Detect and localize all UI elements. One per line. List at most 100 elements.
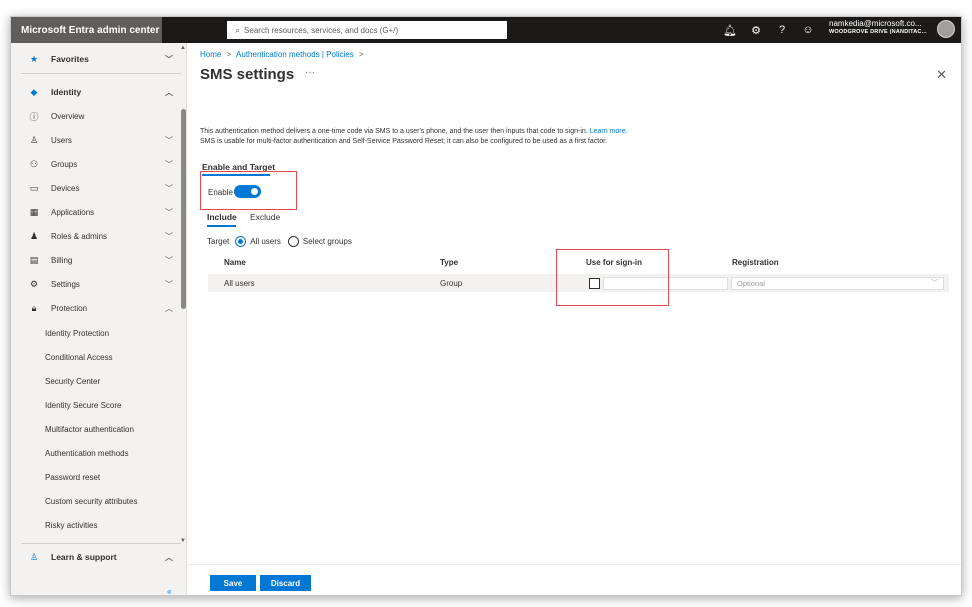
- sidebar-item-protection[interactable]: 🔒︎ Protection ︿: [11, 297, 179, 319]
- global-search-box[interactable]: ⌕ Search resources, services, and docs (…: [227, 21, 507, 39]
- target-label: Target: [207, 237, 230, 246]
- feedback-icon[interactable]: ☺: [801, 24, 815, 36]
- sidebar-item-label: Users: [51, 135, 72, 145]
- learn-icon: ♙: [29, 551, 39, 562]
- sidebar-item-roles-admins[interactable]: ♟ Roles & admins ﹀: [11, 225, 179, 247]
- sidebar-item-settings[interactable]: ⚙ Settings ﹀: [11, 273, 179, 295]
- sidebar-item-devices[interactable]: ▭ Devices ﹀: [11, 177, 179, 199]
- breadcrumb-authentication-methods[interactable]: Authentication methods | Policies: [236, 50, 354, 59]
- more-options-icon[interactable]: ···: [305, 67, 315, 78]
- sidebar-item-label: Security Center: [45, 376, 101, 386]
- chevron-down-icon: ﹀: [165, 279, 173, 289]
- close-icon[interactable]: ✕: [936, 67, 947, 83]
- chevron-up-icon: ︿: [165, 552, 173, 562]
- sidebar-item-billing[interactable]: ▤ Billing ﹀: [11, 249, 179, 271]
- registration-value: Optional: [737, 279, 765, 288]
- sidebar-divider: [21, 73, 181, 74]
- sidebar-item-label: Settings: [51, 279, 80, 289]
- gear-icon[interactable]: ⚙: [749, 24, 763, 37]
- breadcrumb-separator: >: [226, 50, 232, 59]
- search-icon: ⌕: [235, 24, 241, 35]
- main-content: Home > Authentication methods | Policies…: [187, 43, 961, 595]
- groups-icon: ⚇: [29, 158, 39, 169]
- sidebar-scrollbar[interactable]: [181, 109, 186, 309]
- tab-exclude[interactable]: Exclude: [250, 212, 280, 222]
- sidebar-item-label: Protection: [51, 303, 88, 313]
- user-icon: ♙: [29, 134, 39, 145]
- target-selector: Target All users Select groups: [207, 236, 352, 247]
- sidebar-item-security-center[interactable]: Security Center: [11, 370, 179, 392]
- info-icon: ⓘ: [29, 111, 39, 122]
- learn-more-link[interactable]: Learn more.: [590, 128, 628, 135]
- chevron-down-icon: ﹀: [165, 54, 173, 64]
- sidebar-item-overview[interactable]: ⓘ Overview: [11, 105, 179, 127]
- billing-icon: ▤: [29, 254, 39, 265]
- radio-all-users-label: All users: [250, 237, 281, 246]
- lock-icon: 🔒︎: [31, 302, 37, 313]
- chevron-down-icon: ﹀: [165, 135, 173, 145]
- description-line-1: This authentication method delivers a on…: [200, 128, 588, 135]
- top-bar: Microsoft Entra admin center ⌕ Search re…: [11, 17, 961, 43]
- include-tab-underline: [207, 225, 236, 227]
- sidebar-item-learn-support[interactable]: ♙ Learn & support ︿: [11, 546, 179, 568]
- sidebar-item-authentication-methods[interactable]: Authentication methods: [11, 442, 179, 464]
- sidebar-item-label: Groups: [51, 159, 78, 169]
- roles-icon: ♟: [29, 230, 39, 241]
- sidebar-item-label: Billing: [51, 255, 73, 265]
- page-description: This authentication method delivers a on…: [200, 127, 800, 147]
- breadcrumb: Home > Authentication methods | Policies…: [200, 50, 367, 59]
- app-title[interactable]: Microsoft Entra admin center: [11, 17, 162, 43]
- sidebar-item-multifactor-authentication[interactable]: Multifactor authentication: [11, 418, 179, 440]
- settings-icon: ⚙: [29, 278, 39, 289]
- identity-icon: ◆: [30, 86, 38, 97]
- sidebar-item-users[interactable]: ♙ Users ﹀: [11, 129, 179, 151]
- sidebar-item-label: Devices: [51, 183, 80, 193]
- tab-include[interactable]: Include: [207, 212, 237, 222]
- sidebar-item-label: Password reset: [45, 472, 101, 482]
- sidebar-item-identity[interactable]: ◆ Identity ︿: [11, 81, 179, 103]
- sidebar-item-password-reset[interactable]: Password reset: [11, 466, 179, 488]
- sidebar-item-groups[interactable]: ⚇ Groups ﹀: [11, 153, 179, 175]
- sidebar-item-applications[interactable]: ▦ Applications ﹀: [11, 201, 179, 223]
- breadcrumb-home[interactable]: Home: [200, 50, 221, 59]
- collapse-sidebar-button[interactable]: «: [167, 587, 171, 595]
- sidebar-item-conditional-access[interactable]: Conditional Access: [11, 346, 179, 368]
- sidebar-item-custom-security-attributes[interactable]: Custom security attributes: [11, 490, 179, 512]
- chevron-down-icon: ﹀: [165, 159, 173, 169]
- sidebar-item-label: Learn & support: [51, 552, 117, 562]
- chevron-down-icon: ﹀: [165, 183, 173, 193]
- sidebar-item-label: Identity Secure Score: [45, 400, 122, 410]
- account-menu[interactable]: namkedia@microsoft.co... WOODGROVE DRIVE…: [829, 19, 927, 35]
- chevron-down-icon: ﹀: [165, 207, 173, 217]
- radio-all-users[interactable]: [235, 236, 247, 247]
- save-button[interactable]: Save: [210, 575, 256, 591]
- sidebar-item-favorites[interactable]: ★ Favorites ﹀: [11, 48, 179, 70]
- highlight-box-sign-in: [556, 249, 669, 306]
- chevron-up-icon: ︿: [165, 87, 173, 97]
- chevron-down-icon: ﹀: [165, 255, 173, 265]
- bell-icon[interactable]: 🔔︎: [723, 24, 737, 37]
- column-header-type: Type: [440, 258, 459, 267]
- sidebar: ★ Favorites ﹀ ◆ Identity ︿ ⓘ Overview ♙ …: [11, 43, 187, 595]
- sidebar-item-identity-secure-score[interactable]: Identity Secure Score: [11, 394, 179, 416]
- sidebar-item-risky-activities[interactable]: Risky activities: [11, 514, 179, 536]
- sidebar-item-label: Multifactor authentication: [45, 424, 134, 434]
- sidebar-item-identity-protection[interactable]: Identity Protection: [11, 322, 179, 344]
- radio-select-groups[interactable]: [287, 236, 299, 247]
- sidebar-item-label: Roles & admins: [51, 231, 108, 241]
- sidebar-item-label: Favorites: [51, 54, 89, 64]
- help-icon[interactable]: ?: [775, 24, 789, 36]
- discard-button[interactable]: Discard: [260, 575, 311, 591]
- chevron-down-icon: ﹀: [931, 280, 938, 287]
- sidebar-item-label: Identity Protection: [45, 328, 110, 338]
- applications-icon: ▦: [29, 206, 39, 217]
- top-icon-group: 🔔︎ ⚙ ? ☺: [723, 17, 815, 43]
- chevron-down-icon: ﹀: [165, 231, 173, 241]
- column-header-registration: Registration: [732, 258, 779, 267]
- scroll-up-arrow-icon[interactable]: ▲: [179, 45, 187, 51]
- avatar[interactable]: [937, 20, 955, 38]
- scroll-down-arrow-icon[interactable]: ▼: [179, 538, 187, 544]
- registration-dropdown[interactable]: Optional ﹀: [731, 277, 944, 290]
- sidebar-item-label: Custom security attributes: [45, 496, 138, 506]
- row-name-cell: All users: [224, 279, 255, 288]
